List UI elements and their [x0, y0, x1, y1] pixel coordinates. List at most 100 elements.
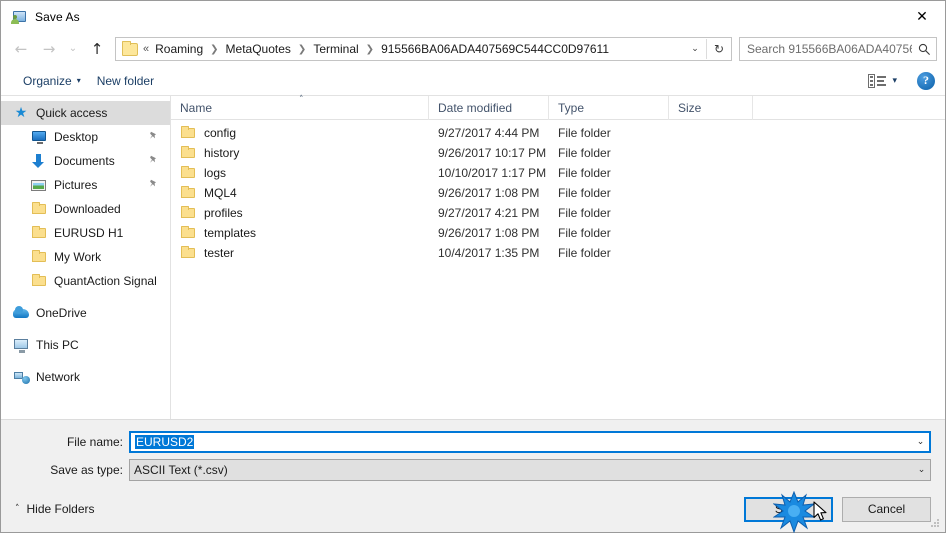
- breadcrumb-item-metaquotes[interactable]: MetaQuotes: [224, 42, 293, 56]
- sidebar-item-quick-access[interactable]: ★ Quick access: [1, 101, 170, 125]
- sidebar-item-quantaction-signal[interactable]: QuantAction Signal: [1, 269, 170, 293]
- save-as-type-value: ASCII Text (*.csv): [134, 462, 228, 477]
- file-type-cell: File folder: [558, 166, 611, 180]
- address-bar[interactable]: « Roaming ❯ MetaQuotes ❯ Terminal ❯ 9155…: [115, 37, 732, 61]
- table-row[interactable]: logs 10/10/2017 1:17 PM File folder: [171, 163, 945, 183]
- onedrive-icon: [13, 305, 29, 321]
- dialog-body: ★ Quick access Desktop Documents Picture…: [1, 95, 945, 420]
- file-name-text: templates: [204, 226, 257, 240]
- file-date-cell: 10/4/2017 1:35 PM: [438, 246, 540, 260]
- sidebar-item-this-pc[interactable]: This PC: [1, 333, 170, 357]
- view-layout-icon[interactable]: [868, 73, 887, 88]
- sidebar-item-eurusd-h1[interactable]: EURUSD H1: [1, 221, 170, 245]
- cancel-button[interactable]: Cancel: [842, 496, 931, 522]
- sidebar-item-label: Downloaded: [54, 202, 121, 216]
- file-date-cell: 9/26/2017 1:08 PM: [438, 226, 540, 240]
- table-row[interactable]: templates 9/26/2017 1:08 PM File folder: [171, 223, 945, 243]
- table-row[interactable]: profiles 9/27/2017 4:21 PM File folder: [171, 203, 945, 223]
- documents-icon: [31, 153, 47, 169]
- breadcrumb-item-terminal-id[interactable]: 915566BA06ADA407569C544CC0D97611: [379, 42, 611, 56]
- save-as-icon: [11, 9, 27, 25]
- recent-locations-icon[interactable]: ⌄: [63, 36, 83, 62]
- table-row[interactable]: MQL4 9/26/2017 1:08 PM File folder: [171, 183, 945, 203]
- help-icon[interactable]: ?: [917, 71, 935, 90]
- search-input[interactable]: Search 915566BA06ADA40756...: [740, 42, 912, 56]
- column-header-type[interactable]: Type: [549, 95, 669, 120]
- folder-icon: [180, 145, 196, 161]
- this-pc-icon: [13, 337, 29, 353]
- sidebar-item-onedrive[interactable]: OneDrive: [1, 301, 170, 325]
- search-icon: [912, 43, 936, 56]
- file-name-cell: history: [171, 145, 429, 161]
- save-as-dialog: Save As ✕ ← → ⌄ ↑ « Roaming ❯ MetaQuotes…: [0, 0, 946, 533]
- file-name-cell: config: [171, 125, 429, 141]
- chevron-down-icon[interactable]: ⌄: [913, 465, 930, 475]
- column-header-size[interactable]: Size: [669, 95, 753, 120]
- save-as-type-row: Save as type: ASCII Text (*.csv) ⌄: [1, 458, 945, 481]
- table-row[interactable]: tester 10/4/2017 1:35 PM File folder: [171, 243, 945, 263]
- breadcrumb-separator: ❯: [365, 43, 375, 55]
- chevron-down-icon[interactable]: ▾: [892, 76, 897, 86]
- pictures-icon: [31, 177, 47, 193]
- breadcrumb-separator: ❯: [210, 43, 219, 55]
- pin-icon: [149, 179, 158, 191]
- sidebar-item-label: QuantAction Signal: [54, 274, 157, 288]
- table-row[interactable]: config 9/27/2017 4:44 PM File folder: [171, 123, 945, 143]
- file-name-text: config: [204, 126, 237, 140]
- sidebar-item-desktop[interactable]: Desktop: [1, 125, 170, 149]
- sort-ascending-icon: ˄: [299, 95, 304, 105]
- button-group: Save Cancel: [744, 496, 931, 522]
- table-row[interactable]: history 9/26/2017 10:17 PM File folder: [171, 143, 945, 163]
- file-date-cell: 9/27/2017 4:44 PM: [438, 126, 540, 140]
- breadcrumb-item-roaming[interactable]: Roaming: [153, 42, 205, 56]
- file-type-cell: File folder: [558, 226, 611, 240]
- folder-icon: [180, 205, 196, 221]
- sidebar-item-label: Desktop: [54, 130, 99, 144]
- sidebar-item-label: Documents: [54, 154, 115, 168]
- navigation-sidebar: ★ Quick access Desktop Documents Picture…: [1, 96, 171, 419]
- up-button[interactable]: ↑: [83, 36, 111, 62]
- save-button[interactable]: Save: [744, 496, 833, 522]
- folder-icon: [180, 225, 196, 241]
- file-rows: config 9/27/2017 4:44 PM File folder his…: [171, 120, 945, 419]
- dialog-footer: File name: EURUSD2 ⌄ Save as type: ASCII…: [1, 420, 945, 532]
- column-header-date-modified[interactable]: Date modified: [429, 95, 549, 120]
- chevron-down-icon[interactable]: ⌄: [684, 38, 706, 60]
- hide-folders-button[interactable]: ˄ Hide Folders: [15, 502, 95, 516]
- file-name-cell: logs: [171, 165, 429, 181]
- organize-button[interactable]: Organize ▾: [15, 69, 89, 93]
- file-name-text: history: [204, 146, 240, 160]
- file-name-text: MQL4: [204, 186, 237, 200]
- save-as-type-label: Save as type:: [50, 462, 123, 477]
- resize-grip[interactable]: [931, 519, 941, 529]
- file-type-cell: File folder: [558, 246, 611, 260]
- file-name-cell: tester: [171, 245, 429, 261]
- sidebar-item-network[interactable]: Network: [1, 365, 170, 389]
- forward-button[interactable]: →: [35, 36, 63, 62]
- sidebar-item-documents[interactable]: Documents: [1, 149, 170, 173]
- file-name-row: File name: EURUSD2 ⌄: [1, 430, 945, 453]
- file-name-input[interactable]: EURUSD2 ⌄: [129, 430, 931, 453]
- sidebar-item-my-work[interactable]: My Work: [1, 245, 170, 269]
- breadcrumb-item-terminal[interactable]: Terminal: [311, 42, 360, 56]
- network-icon: [13, 369, 30, 385]
- hide-folders-label: Hide Folders: [26, 502, 95, 516]
- refresh-icon[interactable]: ↻: [707, 38, 731, 60]
- sidebar-item-downloaded[interactable]: Downloaded: [1, 197, 170, 221]
- save-as-type-select[interactable]: ASCII Text (*.csv) ⌄: [129, 458, 931, 481]
- back-button[interactable]: ←: [7, 36, 35, 62]
- sidebar-item-label: Pictures: [54, 178, 98, 192]
- column-headers: Name Date modified Type Size ˄: [171, 95, 945, 120]
- breadcrumb-overflow[interactable]: «: [143, 43, 153, 55]
- file-name-text: tester: [204, 246, 235, 260]
- file-name-cell: MQL4: [171, 185, 429, 201]
- sidebar-item-label: EURUSD H1: [54, 226, 124, 240]
- selected-text: EURUSD2: [135, 434, 195, 449]
- close-icon[interactable]: ✕: [899, 1, 945, 32]
- search-box[interactable]: Search 915566BA06ADA40756...: [739, 37, 937, 61]
- organize-label: Organize: [23, 73, 72, 88]
- chevron-down-icon[interactable]: ⌄: [912, 437, 929, 447]
- new-folder-button[interactable]: New folder: [89, 69, 162, 93]
- sidebar-item-pictures[interactable]: Pictures: [1, 173, 170, 197]
